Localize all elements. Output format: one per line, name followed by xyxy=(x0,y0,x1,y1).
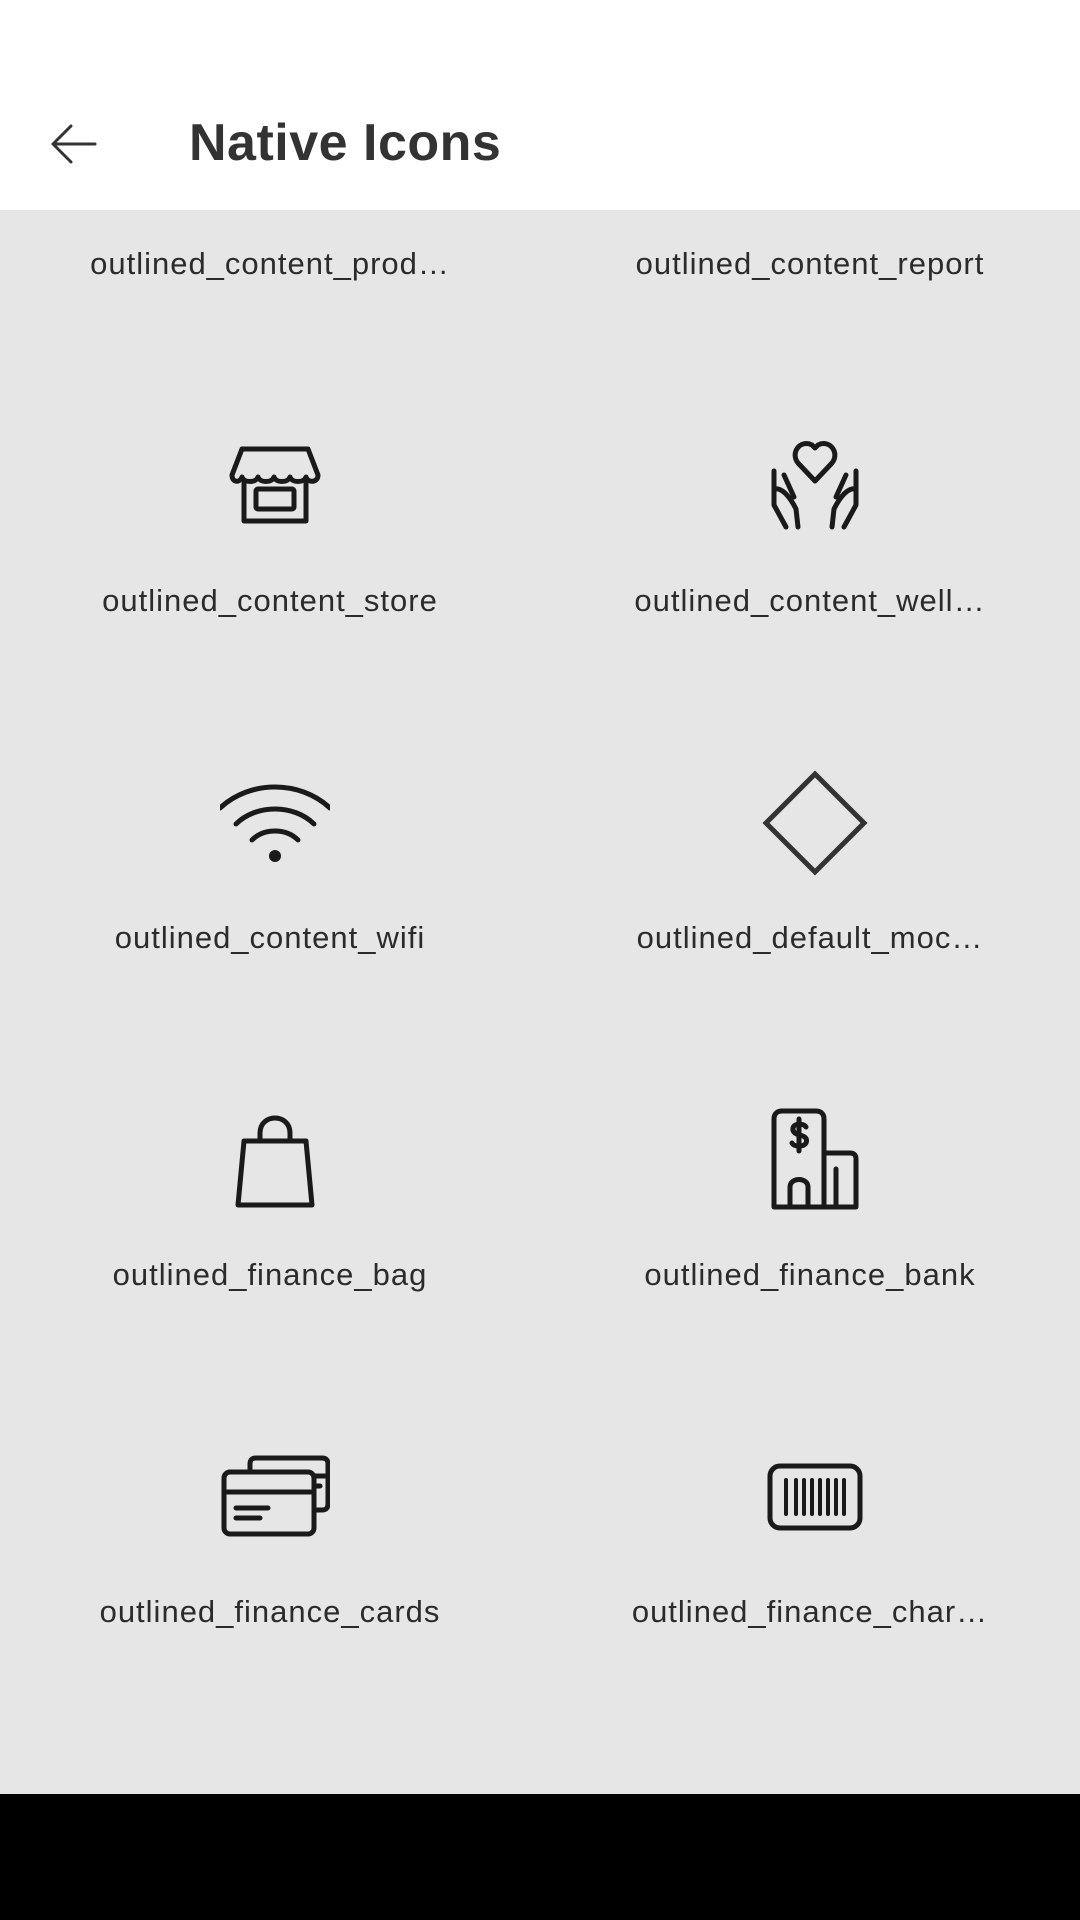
icon-tile[interactable]: outlined_default_moc… xyxy=(540,637,1080,974)
status-bar xyxy=(0,0,1080,80)
icon-tile[interactable]: outlined_finance_bag xyxy=(0,974,540,1311)
icon-tile[interactable]: outlined_content_well… xyxy=(540,300,1080,637)
icon-tile-label: outlined_content_store xyxy=(102,583,438,618)
barcode-card-icon xyxy=(760,1442,870,1552)
icon-grid-row: outlined_finance_bag outlined_finance_ba… xyxy=(0,974,1080,1311)
icon-tile[interactable]: outlined_content_store xyxy=(0,300,540,637)
icon-tile[interactable]: outlined_finance_bank xyxy=(540,974,1080,1311)
hands-heart-wellness-icon xyxy=(760,431,870,541)
app-bar: Native Icons xyxy=(0,80,1080,210)
shopping-bag-icon xyxy=(220,1105,330,1215)
icon-tile[interactable]: outlined_content_prod… xyxy=(0,210,540,300)
icon-grid-row: outlined_content_store outlined_content_… xyxy=(0,300,1080,637)
icon-tile[interactable]: outlined_finance_char… xyxy=(540,1311,1080,1648)
icon-grid-row: outlined_content_prod… outlined_content_… xyxy=(0,210,1080,300)
icon-tile-label: outlined_content_well… xyxy=(634,583,986,618)
icon-tile-label: outlined_content_wifi xyxy=(114,920,426,955)
diamond-icon xyxy=(760,768,870,878)
icon-grid-scroll[interactable]: outlined_content_prod… outlined_content_… xyxy=(0,210,1080,1794)
page-title: Native Icons xyxy=(189,114,502,172)
back-button[interactable] xyxy=(28,106,118,186)
screen: Native Icons outlined_content_prod… outl… xyxy=(0,0,1080,1920)
icon-tile-label: outlined_finance_bank xyxy=(644,1257,976,1292)
icon-tile[interactable]: outlined_content_wifi xyxy=(0,637,540,974)
icon-grid: outlined_content_prod… outlined_content_… xyxy=(0,210,1080,1648)
icon-tile-label: outlined_content_report xyxy=(635,246,985,281)
icon-tile[interactable]: outlined_finance_cards xyxy=(0,1311,540,1648)
icon-grid-row: outlined_content_wifi outlined_default_m… xyxy=(0,637,1080,974)
credit-cards-icon xyxy=(220,1442,330,1552)
wifi-icon xyxy=(220,768,330,878)
icon-tile-label: outlined_default_moc… xyxy=(636,920,984,955)
arrow-left-icon xyxy=(47,118,99,175)
icon-tile-label: outlined_content_prod… xyxy=(90,246,450,281)
store-icon xyxy=(220,431,330,541)
icon-tile-label: outlined_finance_char… xyxy=(631,1594,989,1629)
icon-grid-row: outlined_finance_cards outlined_finance_… xyxy=(0,1311,1080,1648)
icon-tile-label: outlined_finance_cards xyxy=(99,1594,441,1629)
bank-building-icon xyxy=(760,1105,870,1215)
system-navigation-bar xyxy=(0,1794,1080,1920)
icon-tile[interactable]: outlined_content_report xyxy=(540,210,1080,300)
icon-tile-label: outlined_finance_bag xyxy=(112,1257,428,1292)
